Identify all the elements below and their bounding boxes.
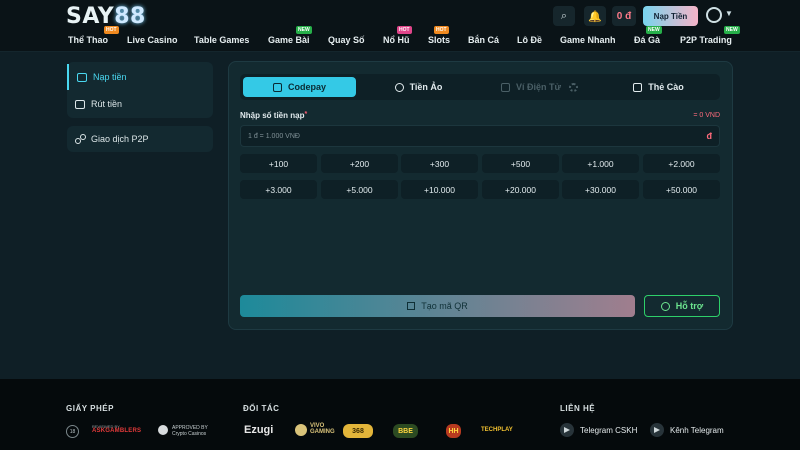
deposit-panel: Codepay Tiền Ảo Ví Điện Tử Thẻ Cào Nhập … (228, 61, 733, 330)
crypto-casinos-logo[interactable]: APPROVED BY Crypto Casinos (158, 425, 208, 437)
amount-label: Nhập số tiền nạp* (240, 111, 308, 120)
partner-vivo-logo[interactable]: VIVO GAMING (295, 423, 335, 437)
telegram-channel-link[interactable]: Kênh Telegram (650, 423, 724, 437)
support-icon (660, 301, 670, 311)
wallet-icon (75, 99, 85, 109)
amount-input[interactable]: 1 đ = 1.000 VNĐ đ (240, 125, 720, 147)
sidebar-item-nap-tien[interactable]: Nạp tiền (67, 64, 213, 90)
e-wallet-icon (500, 82, 510, 92)
currency-symbol: đ (706, 131, 713, 141)
contact-title: LIÊN HỆ (560, 404, 596, 413)
codepay-icon (272, 82, 282, 92)
tab-codepay[interactable]: Codepay (243, 77, 356, 97)
preset-button[interactable]: +5.000 (321, 180, 398, 199)
tab-the-cao[interactable]: Thẻ Cào (602, 77, 715, 97)
age-18-icon: 18 (66, 425, 79, 438)
preset-button[interactable]: +50.000 (643, 180, 720, 199)
nav-item-game-nhanh[interactable]: Game Nhanh (560, 35, 616, 45)
new-badge: NEW (724, 26, 740, 34)
partner-368-logo[interactable]: 368 (343, 424, 373, 438)
tab-tien-ao[interactable]: Tiền Ảo (362, 77, 475, 97)
qr-code-icon (407, 302, 416, 310)
partner-techplay-logo[interactable]: TECHPLAY (481, 427, 513, 433)
askgamblers-logo[interactable]: REVIEWED BY ASKGAMBLERS (92, 424, 142, 434)
balance-display: 0 đ (612, 6, 636, 26)
nav-item-quay-so[interactable]: Quay Số (328, 35, 365, 45)
telegram-icon (650, 423, 664, 437)
nav-item-ban-ca[interactable]: Bắn Cá (468, 35, 499, 45)
nav-item-p2p-trading[interactable]: P2P Trading NEW (680, 26, 740, 45)
p2p-icon (75, 134, 86, 144)
preset-button[interactable]: +30.000 (562, 180, 639, 199)
preset-button[interactable]: +500 (482, 154, 559, 173)
support-button[interactable]: Hỗ trợ (644, 295, 720, 317)
preset-button[interactable]: +3.000 (240, 180, 317, 199)
nav-item-live-casino[interactable]: Live Casino (127, 35, 178, 45)
coin-icon (394, 82, 404, 92)
nav-item-no-hu[interactable]: Nổ Hũ HOT (383, 26, 412, 45)
sidebar-item-p2p[interactable]: Giao dịch P2P (67, 126, 213, 152)
card-icon (633, 82, 643, 92)
deposit-button[interactable]: Nạp Tiền (643, 6, 698, 26)
preset-button[interactable]: +20.000 (482, 180, 559, 199)
preset-button[interactable]: +1.000 (562, 154, 639, 173)
main-nav: Thể Thao HOT Live Casino Table Games Gam… (0, 26, 800, 49)
preset-button[interactable]: +200 (321, 154, 398, 173)
tab-vi-dien-tu[interactable]: Ví Điện Tử (483, 77, 596, 97)
bell-icon[interactable]: 🔔 (584, 6, 606, 26)
preset-button[interactable]: +10.000 (401, 180, 478, 199)
site-header: SAY88 ⌕ 🔔 0 đ Nạp Tiền ▼ Thể Thao HOT Li… (0, 0, 800, 52)
preset-button[interactable]: +300 (401, 154, 478, 173)
search-icon[interactable]: ⌕ (553, 6, 575, 26)
avatar-icon[interactable] (706, 7, 722, 23)
site-footer: GIẤY PHÉP 18 REVIEWED BY ASKGAMBLERS APP… (0, 379, 800, 450)
partner-hh-logo[interactable]: HH (446, 424, 461, 438)
hot-badge: HOT (397, 26, 412, 34)
nav-item-the-thao[interactable]: Thể Thao HOT (68, 26, 119, 45)
new-badge: NEW (296, 26, 312, 34)
nav-item-da-ga[interactable]: Đá Gà NEW (634, 26, 662, 45)
telegram-cskh-link[interactable]: Telegram CSKH (560, 423, 637, 437)
preset-button[interactable]: +100 (240, 154, 317, 173)
nav-item-table-games[interactable]: Table Games (194, 35, 249, 45)
chevron-down-icon[interactable]: ▼ (725, 9, 733, 18)
amount-summary: = 0 VND (693, 112, 720, 119)
license-title: GIẤY PHÉP (66, 404, 114, 413)
nav-item-game-bai[interactable]: Game Bài NEW (268, 26, 312, 45)
loading-icon (569, 82, 579, 92)
telegram-icon (560, 423, 574, 437)
sidebar-item-rut-tien[interactable]: Rút tiền (67, 91, 213, 117)
create-qr-button[interactable]: Tạo mã QR (240, 295, 635, 317)
hot-badge: HOT (104, 26, 119, 34)
partner-ezugi-logo[interactable]: Ezugi (244, 424, 273, 436)
preset-button[interactable]: +2.000 (643, 154, 720, 173)
partner-bbe-logo[interactable]: BBE (393, 424, 418, 438)
new-badge: NEW (646, 26, 662, 34)
account-sidebar: Nạp tiền Rút tiền (67, 62, 213, 118)
payment-tabs: Codepay Tiền Ảo Ví Điện Tử Thẻ Cào (240, 74, 720, 100)
nav-item-slots[interactable]: Slots HOT (428, 26, 450, 45)
wallet-icon (77, 72, 87, 82)
nav-item-lo-de[interactable]: Lô Đề (517, 35, 542, 45)
partners-title: ĐỐI TÁC (243, 404, 280, 413)
hot-badge: HOT (434, 26, 449, 34)
